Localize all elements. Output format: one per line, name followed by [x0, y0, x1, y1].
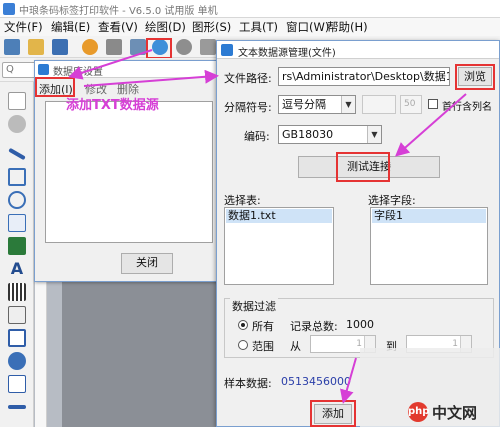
arrow-to-file-path [83, 69, 219, 87]
arrow-to-test-connection [395, 93, 467, 157]
arrow-to-add-button [340, 357, 357, 404]
annotation-arrows [68, 49, 467, 404]
arrow-to-add-tab [68, 49, 153, 80]
